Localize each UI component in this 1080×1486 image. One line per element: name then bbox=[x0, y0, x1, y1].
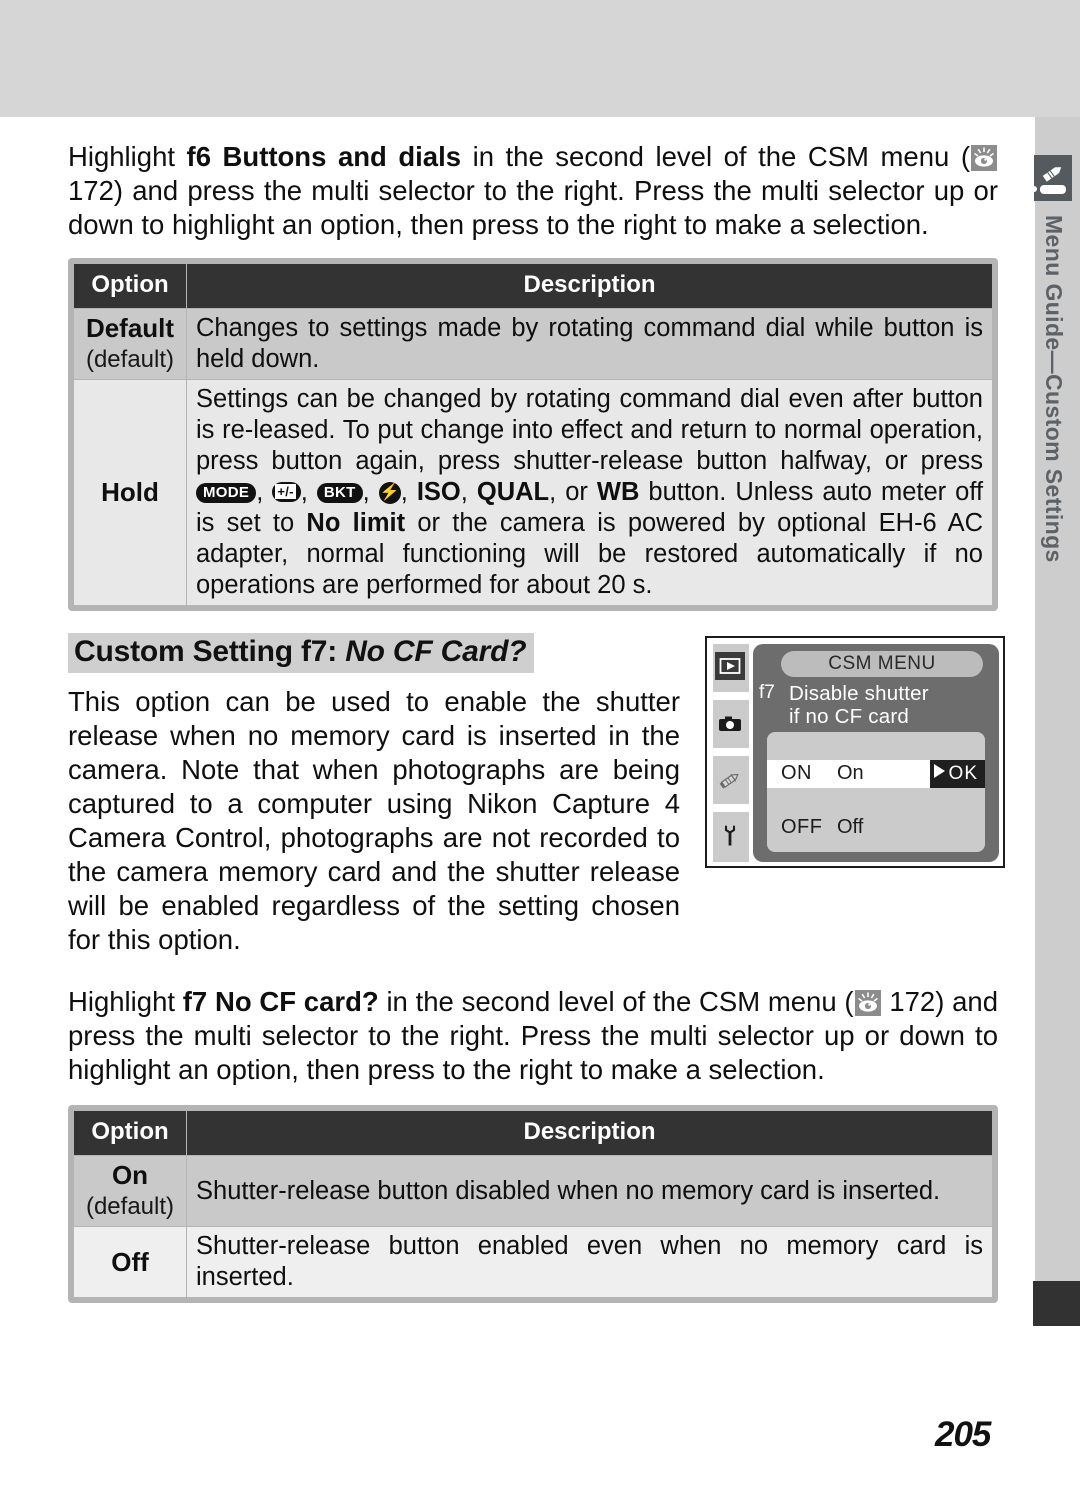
lcd-ok-label: OK bbox=[948, 763, 978, 784]
chapter-tab-marker bbox=[1033, 1281, 1080, 1326]
sep-f: , or bbox=[549, 478, 597, 506]
lcd-option-label: Off bbox=[837, 816, 864, 838]
top-gray-band bbox=[0, 0, 1080, 117]
option-name: Hold bbox=[101, 477, 159, 507]
lcd-item-title-line2: if no CF card bbox=[789, 705, 909, 728]
table-row: Off Shutter-release button enabled even … bbox=[74, 1227, 992, 1297]
wb-label: WB bbox=[596, 478, 640, 506]
mode-button-icon: MODE bbox=[196, 483, 257, 503]
page-content: Highlight f6 Buttons and dials in the se… bbox=[68, 140, 1005, 1303]
table-f7-no-cf-card: Option Description On (default) Shutter-… bbox=[68, 1105, 998, 1303]
option-name: Default bbox=[85, 313, 175, 343]
f7-intro-part2: in the second level of the CSM menu ( bbox=[378, 986, 854, 1017]
flash-button-icon: ⚡ bbox=[378, 482, 401, 504]
col-header-option: Option bbox=[74, 264, 186, 308]
lcd-menu-figure: CSM MENU f7 Disable shutter if no CF car… bbox=[705, 636, 1005, 868]
lcd-option-label: On bbox=[837, 762, 864, 784]
wrench-icon[interactable] bbox=[715, 822, 745, 850]
description-cell: Shutter-release button enabled even when… bbox=[187, 1227, 992, 1297]
description-cell: Settings can be changed by rotating comm… bbox=[187, 380, 992, 605]
right-arrow-icon bbox=[933, 764, 945, 778]
playback-icon[interactable] bbox=[715, 652, 745, 680]
lcd-option-code: OFF bbox=[781, 816, 823, 838]
iso-label: ISO bbox=[416, 478, 461, 506]
col-header-description: Description bbox=[187, 264, 992, 308]
paragraph-f6-intro: Highlight f6 Buttons and dials in the se… bbox=[68, 140, 998, 242]
lcd-option-code: ON bbox=[781, 762, 812, 784]
table-row: Default (default) Changes to settings ma… bbox=[74, 309, 992, 379]
pencil-tab-underline bbox=[1031, 184, 1066, 194]
exposure-compensation-button-icon: +/- bbox=[272, 482, 301, 502]
f6-intro-part2: in the second level of the CSM menu ( bbox=[461, 141, 970, 172]
col-header-option: Option bbox=[74, 1111, 186, 1155]
camera-icon[interactable] bbox=[715, 710, 745, 738]
sep-a: , bbox=[256, 478, 273, 506]
page-number: 205 bbox=[935, 1415, 991, 1454]
option-cell-on: On (default) bbox=[74, 1156, 186, 1226]
qual-label: QUAL bbox=[476, 478, 550, 506]
sep-c: , bbox=[362, 478, 379, 506]
table-f6-buttons-and-dials: Option Description Default (default) Cha… bbox=[68, 258, 998, 611]
no-limit-label: No limit bbox=[306, 509, 406, 537]
table-header-row: Option Description bbox=[74, 1111, 992, 1155]
table-header-row: Option Description bbox=[74, 264, 992, 308]
lcd-menu-title: CSM MENU bbox=[781, 651, 983, 677]
eye-reference-icon bbox=[854, 990, 881, 1016]
paragraph-f7-intro: Highlight f7 No CF card? in the second l… bbox=[68, 985, 998, 1087]
paragraph-f7-description: This option can be used to enable the sh… bbox=[68, 686, 680, 955]
description-cell: Changes to settings made by rotating com… bbox=[187, 309, 992, 379]
option-default-tag: (default) bbox=[85, 346, 175, 373]
eye-reference-icon bbox=[971, 145, 997, 171]
description-cell: Shutter-release button disabled when no … bbox=[187, 1156, 992, 1226]
f6-intro-part1: Highlight bbox=[68, 141, 187, 172]
lcd-option-row-on[interactable]: ON On OK bbox=[767, 760, 985, 788]
option-name: On bbox=[111, 1160, 149, 1190]
pencil-icon[interactable] bbox=[715, 766, 745, 794]
sep-b: , bbox=[300, 478, 317, 506]
pencil-tab-icon bbox=[1031, 155, 1072, 201]
table-row: Hold Settings can be changed by rotating… bbox=[74, 380, 992, 605]
chapter-rail-label: Menu Guide—Custom Settings bbox=[1041, 215, 1067, 563]
f7-intro-part1: Highlight bbox=[68, 986, 183, 1017]
table-row: On (default) Shutter-release button disa… bbox=[74, 1156, 992, 1226]
option-cell-default: Default (default) bbox=[74, 309, 186, 379]
lcd-tab-strip bbox=[707, 638, 749, 866]
section-title-plain: Custom Setting f7: bbox=[74, 635, 346, 668]
option-cell-hold: Hold bbox=[74, 380, 186, 605]
lcd-ok-button[interactable]: OK bbox=[929, 760, 985, 788]
sep-d: , bbox=[400, 478, 417, 506]
hold-desc-seg1: Settings can be changed by rotating comm… bbox=[196, 385, 983, 475]
sep-e: , bbox=[460, 478, 477, 506]
lcd-option-row-off[interactable]: OFF Off bbox=[767, 814, 985, 842]
f6-intro-part3: 172) and press the multi selector to the… bbox=[68, 175, 998, 240]
section-title-italic: No CF Card? bbox=[345, 635, 527, 668]
page-title-custom-setting-f7: Custom Setting f7: No CF Card? bbox=[68, 633, 535, 673]
lcd-item-title: Disable shutter if no CF card bbox=[789, 682, 929, 728]
f7-intro-bold: f7 No CF card? bbox=[182, 986, 379, 1017]
option-name: Off bbox=[111, 1246, 149, 1277]
option-cell-off: Off bbox=[74, 1227, 186, 1297]
option-default-tag: (default) bbox=[85, 1193, 175, 1220]
lcd-screen: CSM MENU f7 Disable shutter if no CF car… bbox=[753, 644, 999, 862]
lcd-options-panel: ON On OK OFF Off bbox=[767, 732, 985, 852]
col-header-description: Description bbox=[187, 1111, 992, 1155]
f6-intro-bold: f6 Buttons and dials bbox=[186, 141, 462, 172]
lcd-item-number: f7 bbox=[759, 682, 775, 703]
lcd-item-title-line1: Disable shutter bbox=[789, 682, 929, 705]
bracketing-button-icon: BKT bbox=[316, 483, 363, 503]
